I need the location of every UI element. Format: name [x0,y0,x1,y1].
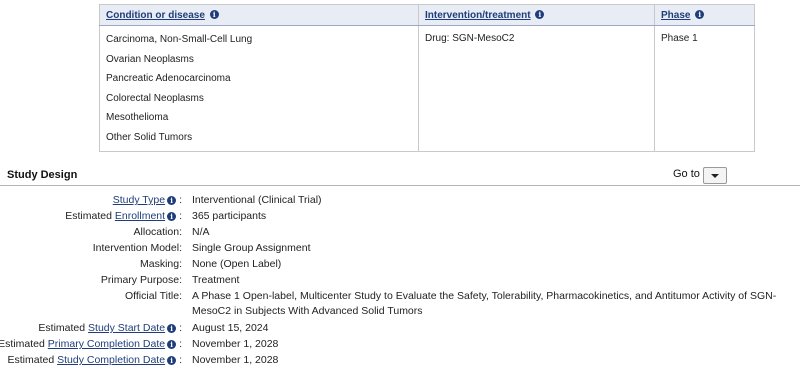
intervention-header-label[interactable]: Intervention/treatment [425,10,531,21]
study-completion-date-link[interactable]: Study Completion Date [57,354,165,366]
info-icon[interactable]: i [695,10,705,20]
info-icon[interactable]: i [167,339,177,349]
info-icon[interactable]: i [209,10,219,20]
study-type-link[interactable]: Study Type [113,194,165,206]
official-title-value: A Phase 1 Open-label, Multicenter Study … [192,290,777,317]
conditions-table: Condition or disease i Intervention/trea… [99,4,755,152]
study-completion-date-row: Estimated Study Completion Date i: Novemb… [0,353,800,369]
enrollment-value: 365 participants [192,210,267,222]
study-type-row: Study Type i: Interventional (Clinical Tr… [0,193,800,209]
enrollment-link[interactable]: Enrollment [115,210,165,222]
info-icon[interactable]: i [167,323,177,333]
section-divider [0,185,800,186]
masking-row: Masking: None (Open Label) [0,257,800,273]
phase-cell: Phase 1 [661,33,698,44]
allocation-row: Allocation: N/A [0,225,800,241]
masking-label: Masking: [139,258,182,270]
condition-item: Colorectal Neoplasms [106,92,204,104]
study-completion-date-value: November 1, 2028 [192,354,279,366]
condition-item: Ovarian Neoplasms [106,53,194,65]
allocation-value: N/A [192,226,210,238]
official-title-label: Official Title: [125,290,182,302]
allocation-label: Allocation: [133,226,182,238]
row-label: Estimated Primary Completion Date i: [0,338,182,350]
info-icon[interactable]: i [167,195,177,205]
row-label: Estimated Enrollment i: [65,210,182,222]
intervention-header[interactable]: Intervention/treatment i [418,4,655,26]
primary-purpose-row: Primary Purpose: Treatment [0,273,800,289]
study-start-date-value: August 15, 2024 [192,322,269,334]
condition-header[interactable]: Condition or disease i [99,4,419,26]
phase-header-label[interactable]: Phase [661,10,690,21]
goto-dropdown-button[interactable] [703,167,727,184]
conditions-cell: Carcinoma, Non-Small-Cell Lung Ovarian N… [99,25,419,152]
official-title-row: Official Title: A Phase 1 Open-label, Mu… [0,289,800,321]
condition-header-label[interactable]: Condition or disease [106,10,205,21]
primary-purpose-label: Primary Purpose: [100,274,182,286]
primary-completion-date-value: November 1, 2028 [192,338,279,350]
section-title: Study Design [7,169,78,181]
info-icon[interactable]: i [167,211,177,221]
info-icon[interactable]: i [167,355,177,365]
study-design-table: Study Type i: Interventional (Clinical Tr… [0,193,800,369]
study-start-date-row: Estimated Study Start Date i: August 15, … [0,321,800,337]
intervention-cell: Drug: SGN-MesoC2 [418,25,655,152]
info-icon[interactable]: i [535,10,545,20]
enrollment-row: Estimated Enrollment i: 365 participants [0,209,800,225]
condition-item: Carcinoma, Non-Small-Cell Lung [106,34,253,45]
condition-item: Mesothelioma [106,112,169,123]
primary-completion-date-link[interactable]: Primary Completion Date [48,338,165,350]
condition-item: Pancreatic Adenocarcinoma [106,73,231,84]
row-label: Estimated Study Start Date i: [38,322,182,334]
row-label: Estimated Study Completion Date i: [7,354,182,366]
masking-value: None (Open Label) [192,258,282,270]
intervention-model-row: Intervention Model: Single Group Assignm… [0,241,800,257]
intervention-model-value: Single Group Assignment [192,242,311,254]
phase-header[interactable]: Phase i [654,4,755,26]
goto-label: Go to [673,168,700,180]
row-label: Study Type i: [112,194,182,206]
primary-purpose-value: Treatment [192,274,240,286]
condition-item: Other Solid Tumors [106,131,193,143]
intervention-model-label: Intervention Model: [92,242,182,254]
conditions-list: Carcinoma, Non-Small-Cell Lung Ovarian N… [106,33,412,150]
study-start-date-link[interactable]: Study Start Date [88,322,165,334]
primary-completion-date-row: Estimated Primary Completion Date i: Nove… [0,337,800,353]
study-type-value: Interventional (Clinical Trial) [192,194,322,206]
